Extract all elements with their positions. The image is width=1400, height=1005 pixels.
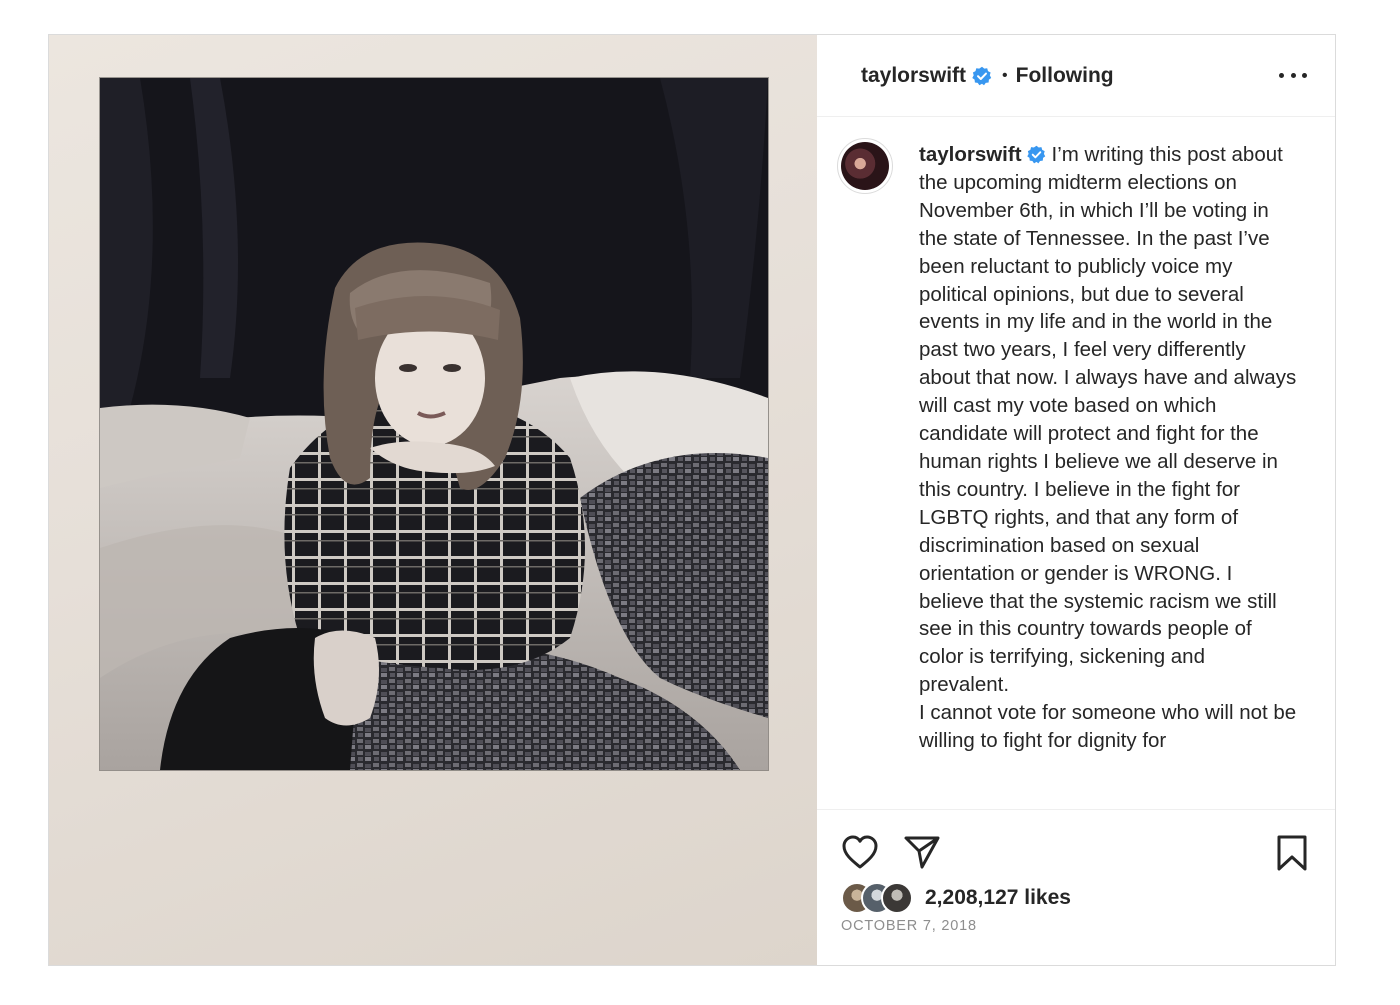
caption-username[interactable]: taylorswift [919,143,1022,166]
caption-text-continued: I cannot vote for someone who will not b… [919,701,1297,753]
liked-by-avatars[interactable] [841,882,921,916]
bookmark-icon[interactable] [1275,834,1309,872]
avatar[interactable] [837,138,893,194]
header-separator: • [1002,66,1008,84]
post-media[interactable] [49,35,817,965]
post-actions: 2,208,127 likes OCTOBER 7, 2018 [817,809,1335,965]
paper-plane-icon[interactable] [903,834,941,870]
polaroid-photo [100,78,768,770]
more-options-icon[interactable] [1279,63,1307,87]
header-username[interactable]: taylorswift [861,64,966,88]
verified-badge-icon [972,66,992,86]
following-button[interactable]: Following [1016,64,1114,88]
post-header: taylorswift • Following [817,35,1335,117]
post-date[interactable]: OCTOBER 7, 2018 [841,918,977,934]
post-caption: taylorswift I’m writing this post about t… [919,141,1297,755]
caption-area[interactable]: taylorswift I’m writing this post about t… [817,117,1335,809]
avatar [881,882,913,914]
verified-badge-icon [1026,144,1046,164]
post-sidebar: taylorswift • Following taylorswift I’m w… [817,35,1335,965]
instagram-post: taylorswift • Following taylorswift I’m w… [48,34,1336,966]
heart-icon[interactable] [841,834,879,870]
caption-text: I’m writing this post about the upcoming… [919,143,1297,697]
likes-count[interactable]: 2,208,127 likes [925,886,1071,910]
